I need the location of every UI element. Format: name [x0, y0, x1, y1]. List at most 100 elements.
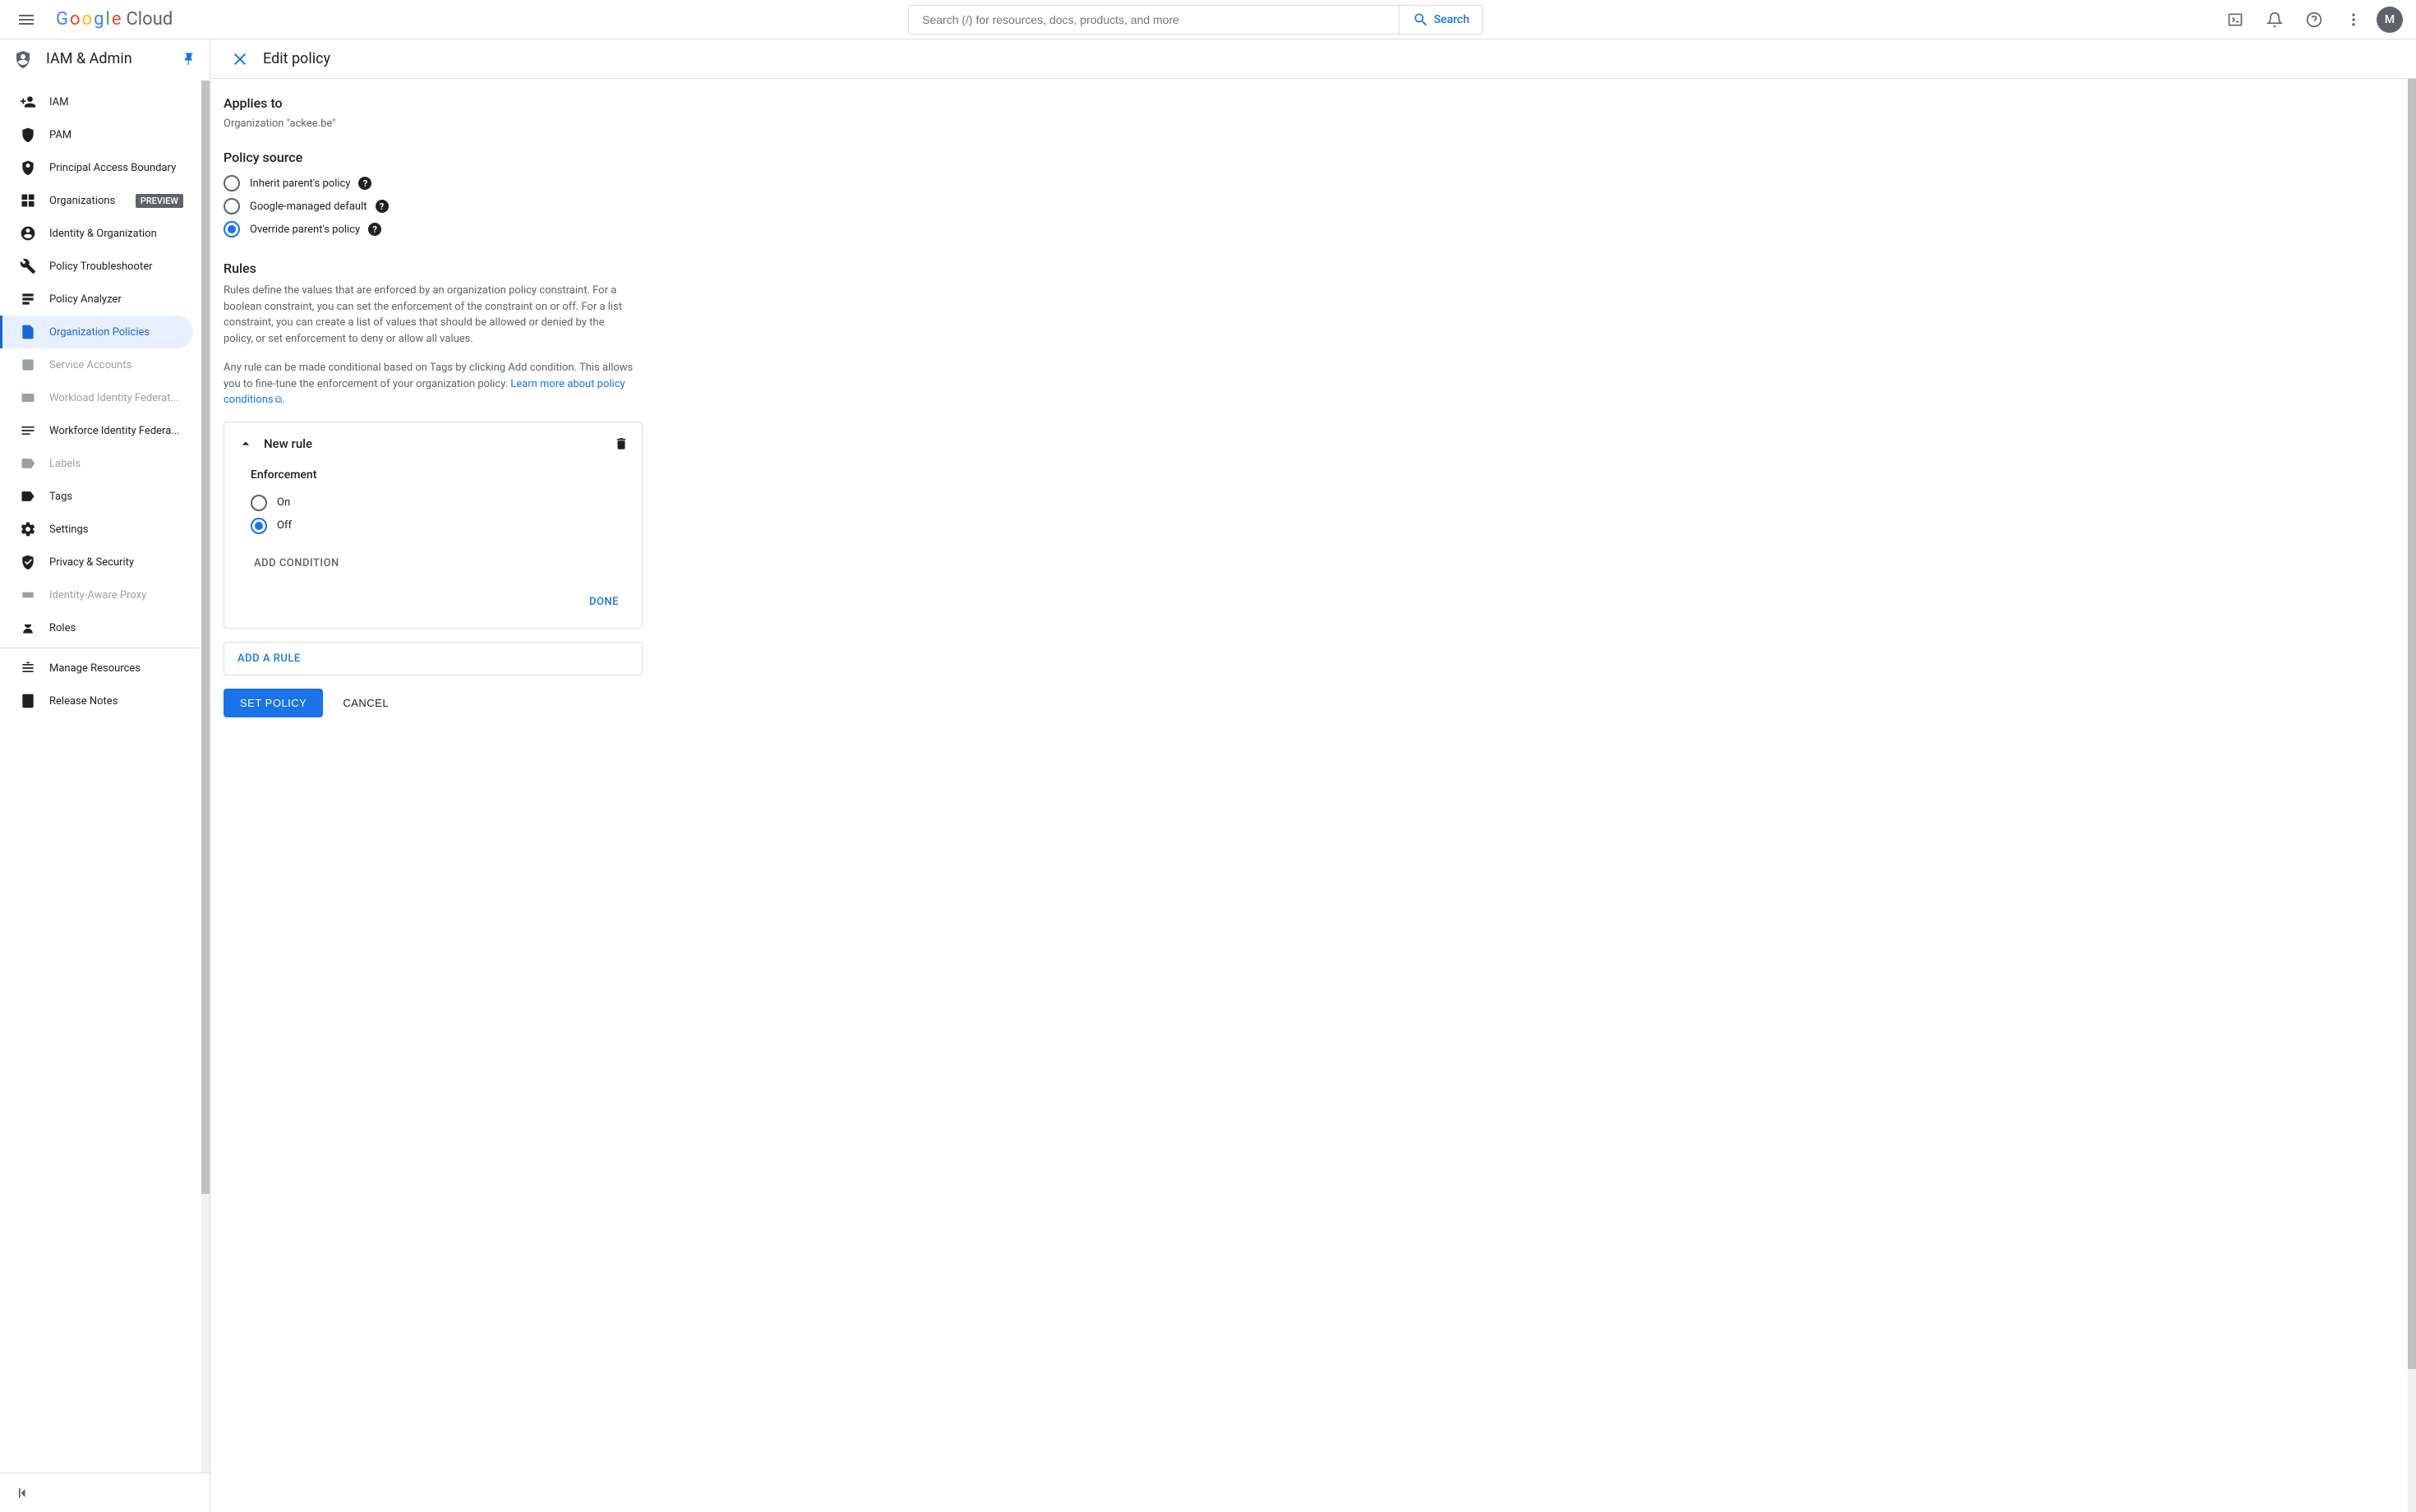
sidebar-item-label: Organizations	[49, 195, 129, 207]
search-button[interactable]: Search	[1399, 6, 1482, 34]
add-condition-button[interactable]: ADD CONDITION	[251, 551, 343, 576]
set-policy-button[interactable]: SET POLICY	[224, 689, 323, 717]
sidebar-item-label: Policy Analyzer	[49, 293, 183, 306]
policy-source-option: Inherit parent's policy?	[224, 172, 848, 195]
close-button[interactable]	[224, 43, 256, 76]
sidebar-item-label: Organization Policies	[49, 326, 183, 339]
sidebar-item-label: Privacy & Security	[49, 556, 183, 569]
sidebar-item-label: Release Notes	[49, 695, 183, 708]
tag-icon	[20, 488, 36, 505]
main: Edit policy Applies to Organization "ack…	[210, 39, 2416, 1512]
sidebar-item-identity-organization[interactable]: Identity & Organization	[0, 217, 193, 250]
radio-button[interactable]	[251, 518, 267, 534]
page-title: Edit policy	[263, 50, 330, 67]
help-icon[interactable]: ?	[358, 177, 371, 190]
cancel-button[interactable]: CANCEL	[336, 689, 395, 717]
sidebar-item-identity-aware-proxy[interactable]: Identity-Aware Proxy	[0, 579, 193, 611]
help-circle-icon	[2306, 12, 2322, 28]
sidebar-item-workforce-identity-federa-[interactable]: Workforce Identity Federa...	[0, 414, 193, 447]
hamburger-menu[interactable]	[7, 0, 46, 39]
sidebar-item-roles[interactable]: Roles	[0, 611, 193, 644]
sidebar-item-manage-resources[interactable]: Manage Resources	[0, 652, 193, 685]
boundary-icon	[20, 159, 36, 176]
radio-label: Google-managed default	[250, 201, 367, 213]
close-icon	[230, 49, 250, 69]
search-input[interactable]	[909, 13, 1399, 26]
terminal-icon	[2227, 12, 2243, 28]
google-cloud-logo[interactable]: GoogleCloud	[56, 9, 173, 30]
radio-label: Off	[277, 519, 292, 532]
sidebar-item-organization-policies[interactable]: Organization Policies	[0, 316, 193, 348]
gear-icon	[20, 521, 36, 537]
sidebar-scrollbar[interactable]	[201, 81, 210, 1473]
roles-icon	[20, 620, 36, 636]
enforcement-radios: On Off	[251, 491, 629, 537]
radio-button[interactable]	[251, 495, 267, 511]
sidebar-nav: IAMPAMPrincipal Access BoundaryOrganizat…	[0, 79, 210, 1473]
content-inner: Applies to Organization "ackee.be" Polic…	[224, 95, 848, 717]
sidebar-item-label: Manage Resources	[49, 662, 183, 675]
sidebar-item-settings[interactable]: Settings	[0, 513, 193, 546]
sidebar-item-label: IAM	[49, 96, 183, 108]
sidebar-title: IAM & Admin	[46, 50, 182, 67]
collapse-rule-button[interactable]	[237, 436, 254, 452]
sidebar-item-tags[interactable]: Tags	[0, 480, 193, 513]
radio-button[interactable]	[224, 175, 240, 191]
header-left: GoogleCloud	[7, 0, 173, 39]
person-add-icon	[20, 94, 36, 110]
enforcement-option: On	[251, 491, 629, 514]
done-button[interactable]: DONE	[579, 589, 629, 615]
sidebar-item-service-accounts[interactable]: Service Accounts	[0, 348, 193, 381]
hamburger-icon	[16, 10, 36, 30]
policy-source-heading: Policy source	[224, 150, 848, 165]
sidebar-item-workload-identity-federat-[interactable]: Workload Identity Federat...	[0, 381, 193, 414]
shield-icon	[20, 127, 36, 143]
notifications-button[interactable]	[2258, 3, 2291, 36]
add-rule-button[interactable]: ADD A RULE	[224, 642, 643, 675]
sidebar-item-labels[interactable]: Labels	[0, 447, 193, 480]
help-icon[interactable]: ?	[376, 200, 389, 213]
cloud-shell-button[interactable]	[2219, 3, 2252, 36]
period: .	[282, 394, 284, 406]
radio-button[interactable]	[224, 198, 240, 214]
search-box: Search	[908, 5, 1483, 35]
preview-badge: PREVIEW	[136, 194, 183, 208]
sidebar-item-policy-analyzer[interactable]: Policy Analyzer	[0, 283, 193, 316]
sidebar-item-iam[interactable]: IAM	[0, 85, 193, 118]
sidebar-item-pam[interactable]: PAM	[0, 118, 193, 151]
main-scrollbar[interactable]	[2408, 79, 2416, 1512]
pin-icon	[182, 52, 196, 67]
wrench-icon	[20, 258, 36, 274]
radio-button[interactable]	[224, 221, 240, 237]
rules-description-1: Rules define the values that are enforce…	[224, 283, 634, 347]
pin-button[interactable]	[182, 52, 196, 67]
user-avatar[interactable]: M	[2377, 7, 2403, 33]
sidebar-item-organizations[interactable]: Organizations PREVIEW	[0, 184, 193, 217]
sidebar-item-policy-troubleshooter[interactable]: Policy Troubleshooter	[0, 250, 193, 283]
bottom-actions: SET POLICY CANCEL	[224, 689, 848, 717]
sidebar-item-label: Service Accounts	[49, 359, 183, 371]
policy-source-option: Google-managed default?	[224, 195, 848, 218]
collapse-sidebar-button[interactable]	[10, 1480, 36, 1506]
sidebar-item-label: Roles	[49, 622, 183, 634]
analyzer-icon	[20, 291, 36, 307]
sidebar-item-label: Workforce Identity Federa...	[49, 425, 183, 437]
sidebar-item-label: Identity & Organization	[49, 228, 183, 240]
rules-description-2: Any rule can be made conditional based o…	[224, 360, 634, 408]
rules-heading: Rules	[224, 260, 848, 276]
chevron-up-icon	[237, 436, 254, 452]
more-menu-button[interactable]	[2337, 3, 2370, 36]
sidebar-item-principal-access-boundary[interactable]: Principal Access Boundary	[0, 151, 193, 184]
search-wrap: Search	[173, 5, 2219, 35]
main-header: Edit policy	[210, 39, 2416, 79]
help-button[interactable]	[2298, 3, 2331, 36]
layout: IAM & Admin IAM PAMPrincipal Access Bound…	[0, 39, 2416, 1512]
delete-rule-button[interactable]	[614, 436, 629, 451]
label-icon	[20, 455, 36, 472]
chevron-left-icon	[15, 1485, 31, 1501]
help-icon[interactable]: ?	[368, 223, 381, 236]
sidebar-item-release-notes[interactable]: Release Notes	[0, 685, 193, 717]
sidebar-item-label: Policy Troubleshooter	[49, 260, 183, 273]
sidebar-item-privacy-security[interactable]: Privacy & Security	[0, 546, 193, 579]
rule-title: New rule	[264, 436, 614, 451]
